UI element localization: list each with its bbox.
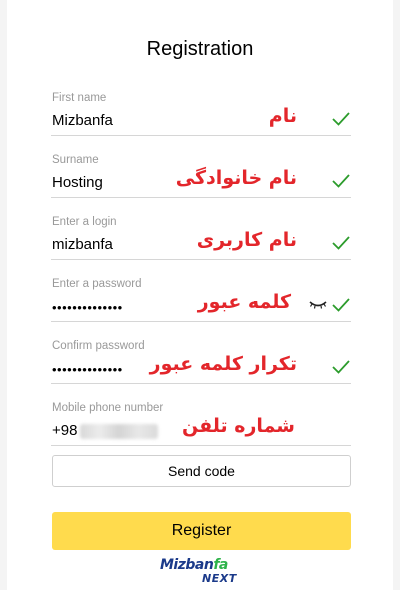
password-label: Enter a password [52, 278, 142, 290]
redacted-phone-number [80, 424, 158, 439]
mizbanfa-logo: Mizbanfa NEXT [160, 557, 242, 587]
phone-underline [51, 445, 351, 446]
phone-input[interactable]: +98 [52, 422, 77, 439]
password-input[interactable]: •••••••••••••• [52, 300, 123, 315]
first-name-input[interactable]: Mizbanfa [52, 112, 113, 129]
page-title: Registration [146, 38, 254, 60]
surname-underline [51, 197, 351, 198]
confirm-password-field[interactable]: Confirm password •••••••••••••• تکرار کل… [51, 340, 351, 390]
first-name-annotation: نام [268, 105, 297, 127]
password-annotation: کلمه عبور [197, 291, 291, 313]
phone-label: Mobile phone number [52, 402, 164, 414]
login-field[interactable]: Enter a login mizbanfa نام کاربری [51, 216, 351, 266]
confirm-password-underline [51, 383, 351, 384]
phone-annotation: شماره تلفن [182, 415, 295, 437]
check-icon [332, 112, 350, 126]
check-icon [332, 360, 350, 374]
phone-field[interactable]: Mobile phone number +98 شماره تلفن [51, 402, 351, 452]
first-name-label: First name [52, 92, 107, 104]
check-icon [332, 236, 350, 250]
logo-sub: NEXT [202, 572, 237, 585]
confirm-password-label: Confirm password [52, 340, 145, 352]
check-icon [332, 174, 350, 188]
first-name-underline [51, 135, 351, 136]
check-icon [332, 298, 350, 312]
surname-annotation: نام خانوادگی [175, 167, 297, 189]
surname-field[interactable]: Surname Hosting نام خانوادگی [51, 154, 351, 204]
send-code-button[interactable]: Send code [52, 455, 351, 487]
logo-wordmark: Mizbanfa [160, 557, 228, 573]
eye-icon[interactable] [309, 299, 327, 309]
login-annotation: نام کاربری [196, 229, 297, 251]
password-field[interactable]: Enter a password •••••••••••••• کلمه عبو… [51, 278, 351, 328]
confirm-password-input[interactable]: •••••••••••••• [52, 362, 123, 377]
first-name-field[interactable]: First name Mizbanfa نام [51, 92, 351, 142]
register-button[interactable]: Register [52, 512, 351, 550]
surname-label: Surname [52, 154, 99, 166]
login-label: Enter a login [52, 216, 117, 228]
confirm-password-annotation: تکرار کلمه عبور [149, 353, 297, 375]
login-input[interactable]: mizbanfa [52, 236, 113, 253]
password-underline [51, 321, 351, 322]
surname-input[interactable]: Hosting [52, 174, 103, 191]
login-underline [51, 259, 351, 260]
